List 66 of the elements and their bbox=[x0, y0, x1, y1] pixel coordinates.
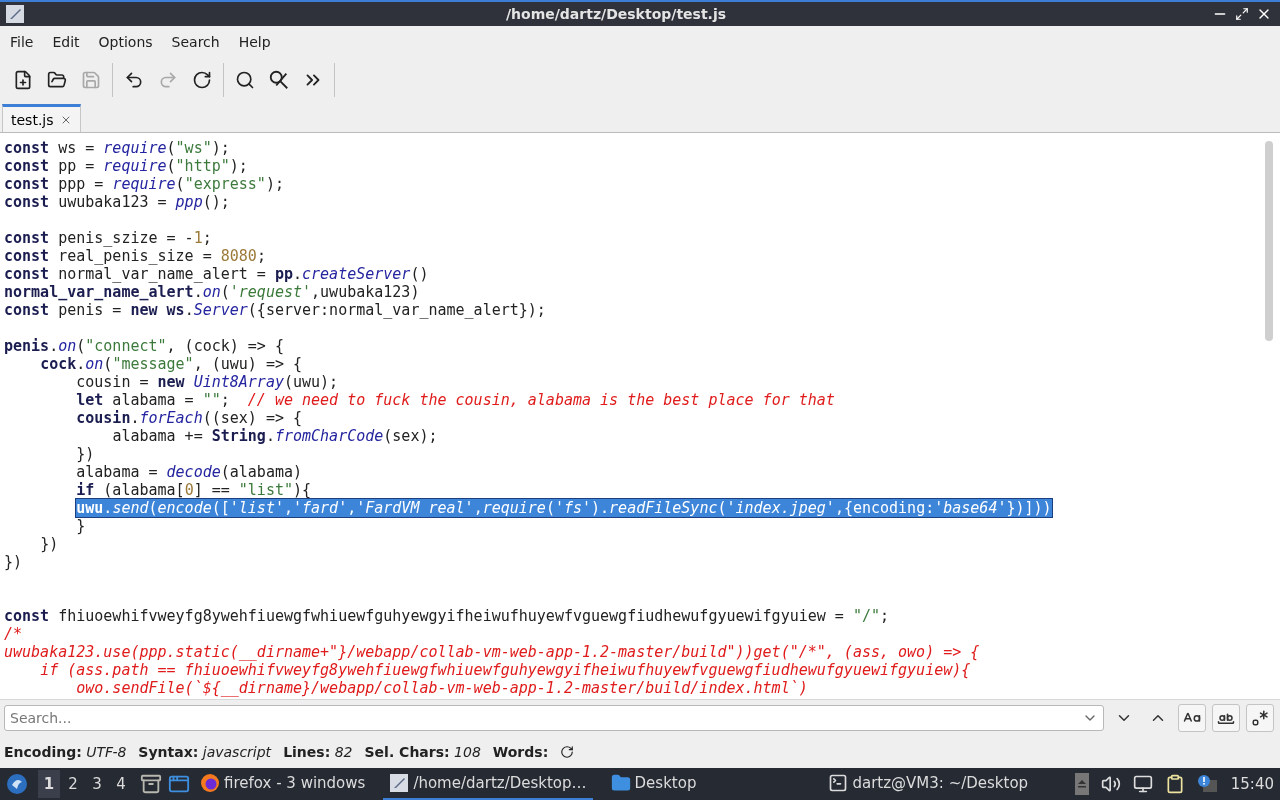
regex-button[interactable] bbox=[1246, 704, 1274, 732]
code-line: const normal_var_name_alert = pp.createServer() bbox=[4, 265, 429, 283]
code-line: normal_var_name_alert.on('request',uwubaka123) bbox=[4, 283, 420, 301]
code-line: if (alabama[0] == "list"){ bbox=[76, 481, 312, 499]
code-line: uwubaka123.use(ppp.static(__dirname+"}/webapp/collab-vm-web-app-1.2-master/build"))get("/*", (ass, owo) => { bbox=[4, 643, 980, 661]
editor-icon bbox=[389, 773, 410, 793]
code-line: const penis = new ws.Server({server:normal_var_name_alert}); bbox=[4, 301, 546, 319]
taskbar-button[interactable]: firefox - 3 windows bbox=[194, 768, 372, 800]
code-line: const ws = require("ws"); bbox=[4, 139, 230, 157]
folder-icon bbox=[610, 773, 631, 793]
status-item: Words: bbox=[492, 744, 549, 760]
code-line: const uwubaka123 = ppp(); bbox=[4, 193, 230, 211]
code-line: }) bbox=[76, 445, 95, 463]
code-line: } bbox=[76, 517, 86, 535]
code-line: const real_penis_size = 8080; bbox=[4, 247, 266, 265]
case-sensitive-button[interactable] bbox=[1178, 704, 1206, 732]
code-line: const fhiuoewhifvweyfg8ywehfiuewgfwhiuewfguhyewgyifheiwufhuyewfvguewgfiudhewufgyuewifgyuiew = "/"; bbox=[4, 607, 890, 625]
code-line: penis.on("connect", (cock) => { bbox=[4, 337, 284, 355]
scrollbar-thumb[interactable] bbox=[1265, 141, 1273, 341]
maximize-icon[interactable] bbox=[1235, 7, 1249, 21]
app-icon bbox=[6, 5, 24, 23]
menu-item[interactable]: Options bbox=[90, 34, 161, 50]
menu-item[interactable]: File bbox=[2, 34, 42, 50]
search-field[interactable]: Search... bbox=[4, 705, 1104, 731]
file-tab[interactable]: test.js bbox=[2, 104, 81, 132]
workspace-button[interactable]: 2 bbox=[62, 770, 84, 798]
workspace-button[interactable]: 1 bbox=[38, 770, 60, 798]
window-title: /home/dartz/Desktop/test.js bbox=[504, 6, 728, 22]
terminal-icon bbox=[828, 773, 849, 793]
code-line: cousin.forEach((sex) => { bbox=[76, 409, 303, 427]
code-line: owo.sendFile(`${__dirname}/webapp/collab-vm-web-app-1.2-master/build/index.html`) bbox=[76, 679, 808, 697]
menu-item[interactable]: Help bbox=[230, 34, 279, 50]
regex-icon bbox=[1251, 709, 1269, 727]
code-line: const ppp = require("express"); bbox=[4, 175, 284, 193]
code-line: if (ass.path == fhiuoewhifvweyfg8ywehfiuewgfwhiuewfguhyewgyifheiwufhuyewfvguewgfiudhewufgyuewifgyuiew){ bbox=[40, 661, 971, 679]
code-line: cousin = new Uint8Array(uwu); bbox=[76, 373, 339, 391]
code-line: const pp = require("http"); bbox=[4, 157, 248, 175]
taskbar-button[interactable]: /home/dartz/Desktop… bbox=[383, 768, 593, 800]
whole-word-button[interactable] bbox=[1212, 704, 1240, 732]
code-line: cock.on("message", (uwu) => { bbox=[40, 355, 303, 373]
code-line: const penis_szize = -1; bbox=[4, 229, 212, 247]
window-icon[interactable] bbox=[168, 773, 190, 795]
volume-icon[interactable] bbox=[1100, 774, 1121, 794]
refresh-icon[interactable] bbox=[560, 745, 575, 759]
code-line: let alabama = ""; // we need to fuck the cousin, alabama is the best place for that bbox=[76, 391, 835, 409]
status-item: Encoding: UTF-8 bbox=[4, 744, 127, 760]
workspace-button[interactable]: 3 bbox=[86, 770, 108, 798]
menu-item[interactable]: Search bbox=[163, 34, 228, 50]
clock[interactable]: 15:40 bbox=[1230, 775, 1274, 793]
taskbar-button[interactable]: Desktop bbox=[604, 768, 703, 800]
code-line: /* bbox=[4, 625, 23, 643]
status-item: Syntax: javascript bbox=[138, 744, 272, 760]
workspace-button[interactable]: 4 bbox=[110, 770, 132, 798]
start-menu-icon[interactable] bbox=[6, 773, 28, 795]
notification-icon[interactable] bbox=[1196, 774, 1219, 794]
file-cabinet-icon[interactable] bbox=[140, 773, 162, 795]
status-item: Sel. Chars: 108 bbox=[364, 744, 481, 760]
menu-item[interactable]: Edit bbox=[44, 34, 88, 50]
code-line: }) bbox=[4, 553, 23, 571]
taskbar-button[interactable]: dartz@VM3: ~/Desktop bbox=[822, 768, 1035, 800]
code-line: alabama += String.fromCharCode(sex); bbox=[112, 427, 438, 445]
firefox-icon bbox=[200, 773, 220, 793]
status-item: Lines: 82 bbox=[283, 744, 353, 760]
eject-icon[interactable] bbox=[1074, 773, 1089, 795]
code-line: }) bbox=[40, 535, 59, 553]
code-line: alabama = decode(alabama) bbox=[76, 463, 303, 481]
